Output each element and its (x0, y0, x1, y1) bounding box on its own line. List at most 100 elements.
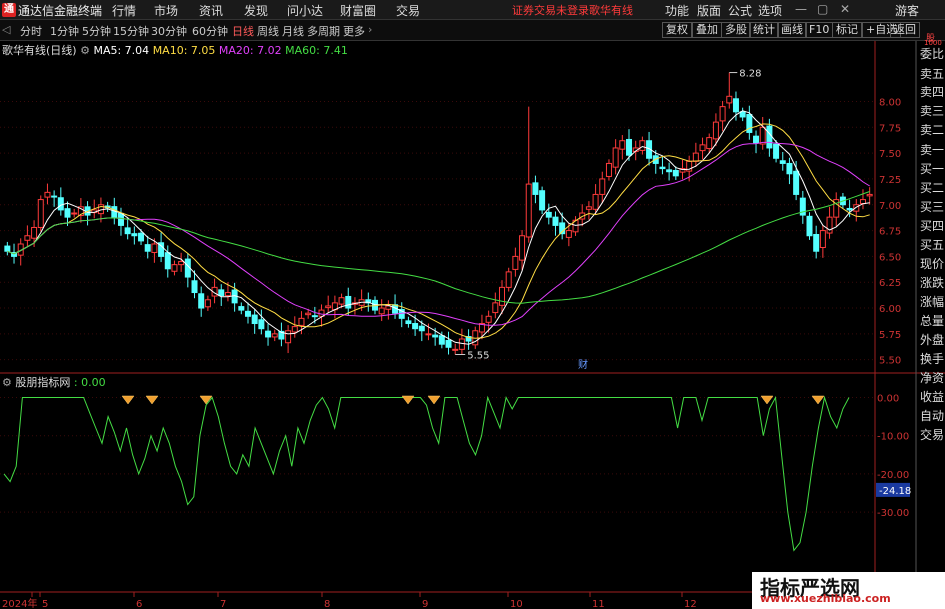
menu-function[interactable]: 功能 (665, 2, 689, 19)
side-panel-item[interactable]: 卖一 (920, 141, 944, 158)
settings-icon[interactable]: ⚙ (2, 376, 12, 389)
side-panel-item[interactable]: 现价 (920, 255, 944, 272)
mark-button[interactable]: 标记 (832, 22, 862, 38)
menu-options[interactable]: 选项 (758, 2, 782, 19)
y-tick-label: 6.00 (879, 304, 901, 315)
x-tick-label: 12 (684, 599, 697, 609)
chart-canvas[interactable]: 5.50 5.75 6.00 6.25 6.50 6.75 7.00 7.25 7.50 7.75… (0, 41, 945, 609)
login-warning[interactable]: 证券交易未登录 (512, 2, 589, 18)
side-panel-item[interactable]: 卖三 (920, 102, 944, 119)
period-tab[interactable]: 分时 (20, 23, 42, 39)
minimize-icon[interactable]: — (795, 2, 807, 16)
sub-legend: ⚙ 股朋指标网 : 0.00 (2, 374, 106, 390)
candle-body (178, 261, 185, 266)
statistics-button[interactable]: 统计 (749, 22, 779, 38)
candle-body (639, 140, 646, 151)
side-panel-item[interactable]: 卖二 (920, 121, 944, 138)
side-panel-item[interactable]: 交易 (920, 426, 944, 443)
sub-y-tick-label: -20.00 (877, 470, 909, 481)
period-tab-more[interactable]: 更多 (343, 23, 365, 39)
candle-body (492, 302, 499, 314)
menu-discover[interactable]: 发现 (244, 2, 268, 19)
guest-label[interactable]: 游客 (895, 2, 919, 19)
signal-diamond-icon (401, 395, 415, 405)
f10-button[interactable]: F10 (805, 22, 834, 38)
candle-body (378, 307, 385, 315)
close-icon[interactable]: ✕ (840, 2, 850, 16)
period-tab[interactable]: 1分钟 (50, 23, 79, 39)
settings-icon[interactable]: ⚙ (80, 44, 90, 57)
multi-stock-button[interactable]: 多股 (721, 22, 751, 38)
side-panel-item[interactable]: 收益 (920, 388, 944, 405)
y-tick-label: 7.25 (879, 175, 901, 186)
menu-ask[interactable]: 问小达 (287, 2, 323, 19)
candle-body (605, 162, 612, 177)
side-panel-item[interactable]: 涨幅 (920, 293, 944, 310)
side-panel-item[interactable]: 换手 (920, 350, 944, 367)
back-icon[interactable]: ◁ (2, 23, 10, 36)
toolbar: ◁ 分时 1分钟 5分钟 15分钟 30分钟 60分钟 日线 周线 月线 多周期… (0, 20, 945, 41)
menu-trade[interactable]: 交易 (396, 2, 420, 19)
side-panel-item[interactable]: 净资 (920, 369, 944, 386)
candle-body (452, 348, 459, 351)
return-button[interactable]: 返回 (890, 22, 920, 38)
menu-quotes[interactable]: 行情 (112, 2, 136, 19)
candle-body (224, 292, 231, 297)
side-panel-item[interactable]: 委比 (920, 45, 944, 62)
menu-layout[interactable]: 版面 (697, 2, 721, 19)
side-panel-item[interactable]: 总量 (920, 312, 944, 329)
candle-body (846, 207, 853, 211)
side-panel-item[interactable]: 卖四 (920, 83, 944, 100)
period-tab[interactable]: 多周期 (307, 23, 340, 39)
period-tab[interactable]: 15分钟 (113, 23, 149, 39)
period-tab[interactable]: 30分钟 (151, 23, 187, 39)
candle-body (244, 310, 251, 317)
candle-body (345, 295, 352, 309)
period-tab[interactable]: 5分钟 (82, 23, 111, 39)
side-panel-item[interactable]: 卖五 (920, 65, 944, 82)
overlay-button[interactable]: 叠加 (692, 22, 722, 38)
maximize-icon[interactable]: ▢ (817, 2, 828, 16)
side-panel-item[interactable]: 自动 (920, 407, 944, 424)
side-panel-item[interactable]: 买二 (920, 179, 944, 196)
period-tab-active[interactable]: 日线 (232, 23, 254, 39)
candle-body (672, 169, 679, 177)
menu-market[interactable]: 市场 (154, 2, 178, 19)
event-marker: 财 (578, 358, 588, 371)
menu-formula[interactable]: 公式 (728, 2, 752, 19)
adjust-button[interactable]: 复权 (662, 22, 692, 38)
side-panel-item[interactable]: 买三 (920, 198, 944, 215)
candle-body (726, 95, 733, 104)
side-panel-item[interactable]: 买四 (920, 217, 944, 234)
candle-body (732, 98, 739, 113)
period-tab[interactable]: 月线 (282, 23, 304, 39)
candle-body (285, 330, 292, 344)
draw-line-button[interactable]: 画线 (777, 22, 807, 38)
candle-body (191, 280, 198, 294)
side-panel-item[interactable]: 涨跌 (920, 274, 944, 291)
candle-body (612, 147, 619, 168)
candle-body (499, 286, 506, 306)
candle-body (418, 325, 425, 332)
stock-name: 歌华有线 (589, 4, 633, 17)
side-panel-item[interactable]: 买五 (920, 236, 944, 253)
signal-diamond-icon (760, 395, 774, 405)
candle-body (866, 193, 873, 197)
candle-body (719, 106, 726, 122)
period-tab[interactable]: 60分钟 (192, 23, 228, 39)
candle-body (251, 314, 258, 325)
candle-body (599, 178, 606, 195)
menu-news[interactable]: 资讯 (199, 2, 223, 19)
candle-body (565, 230, 572, 238)
chevron-right-icon[interactable]: › (368, 23, 372, 36)
candle-body (626, 138, 633, 156)
candle-body (458, 338, 465, 350)
menu-wealth[interactable]: 财富圈 (340, 2, 376, 19)
candle-body (311, 315, 318, 318)
candle-body (699, 144, 706, 152)
side-panel-item[interactable]: 外盘 (920, 331, 944, 348)
candle-body (298, 317, 305, 326)
period-tab[interactable]: 周线 (257, 23, 279, 39)
candle-body (238, 306, 245, 311)
side-panel-item[interactable]: 买一 (920, 160, 944, 177)
